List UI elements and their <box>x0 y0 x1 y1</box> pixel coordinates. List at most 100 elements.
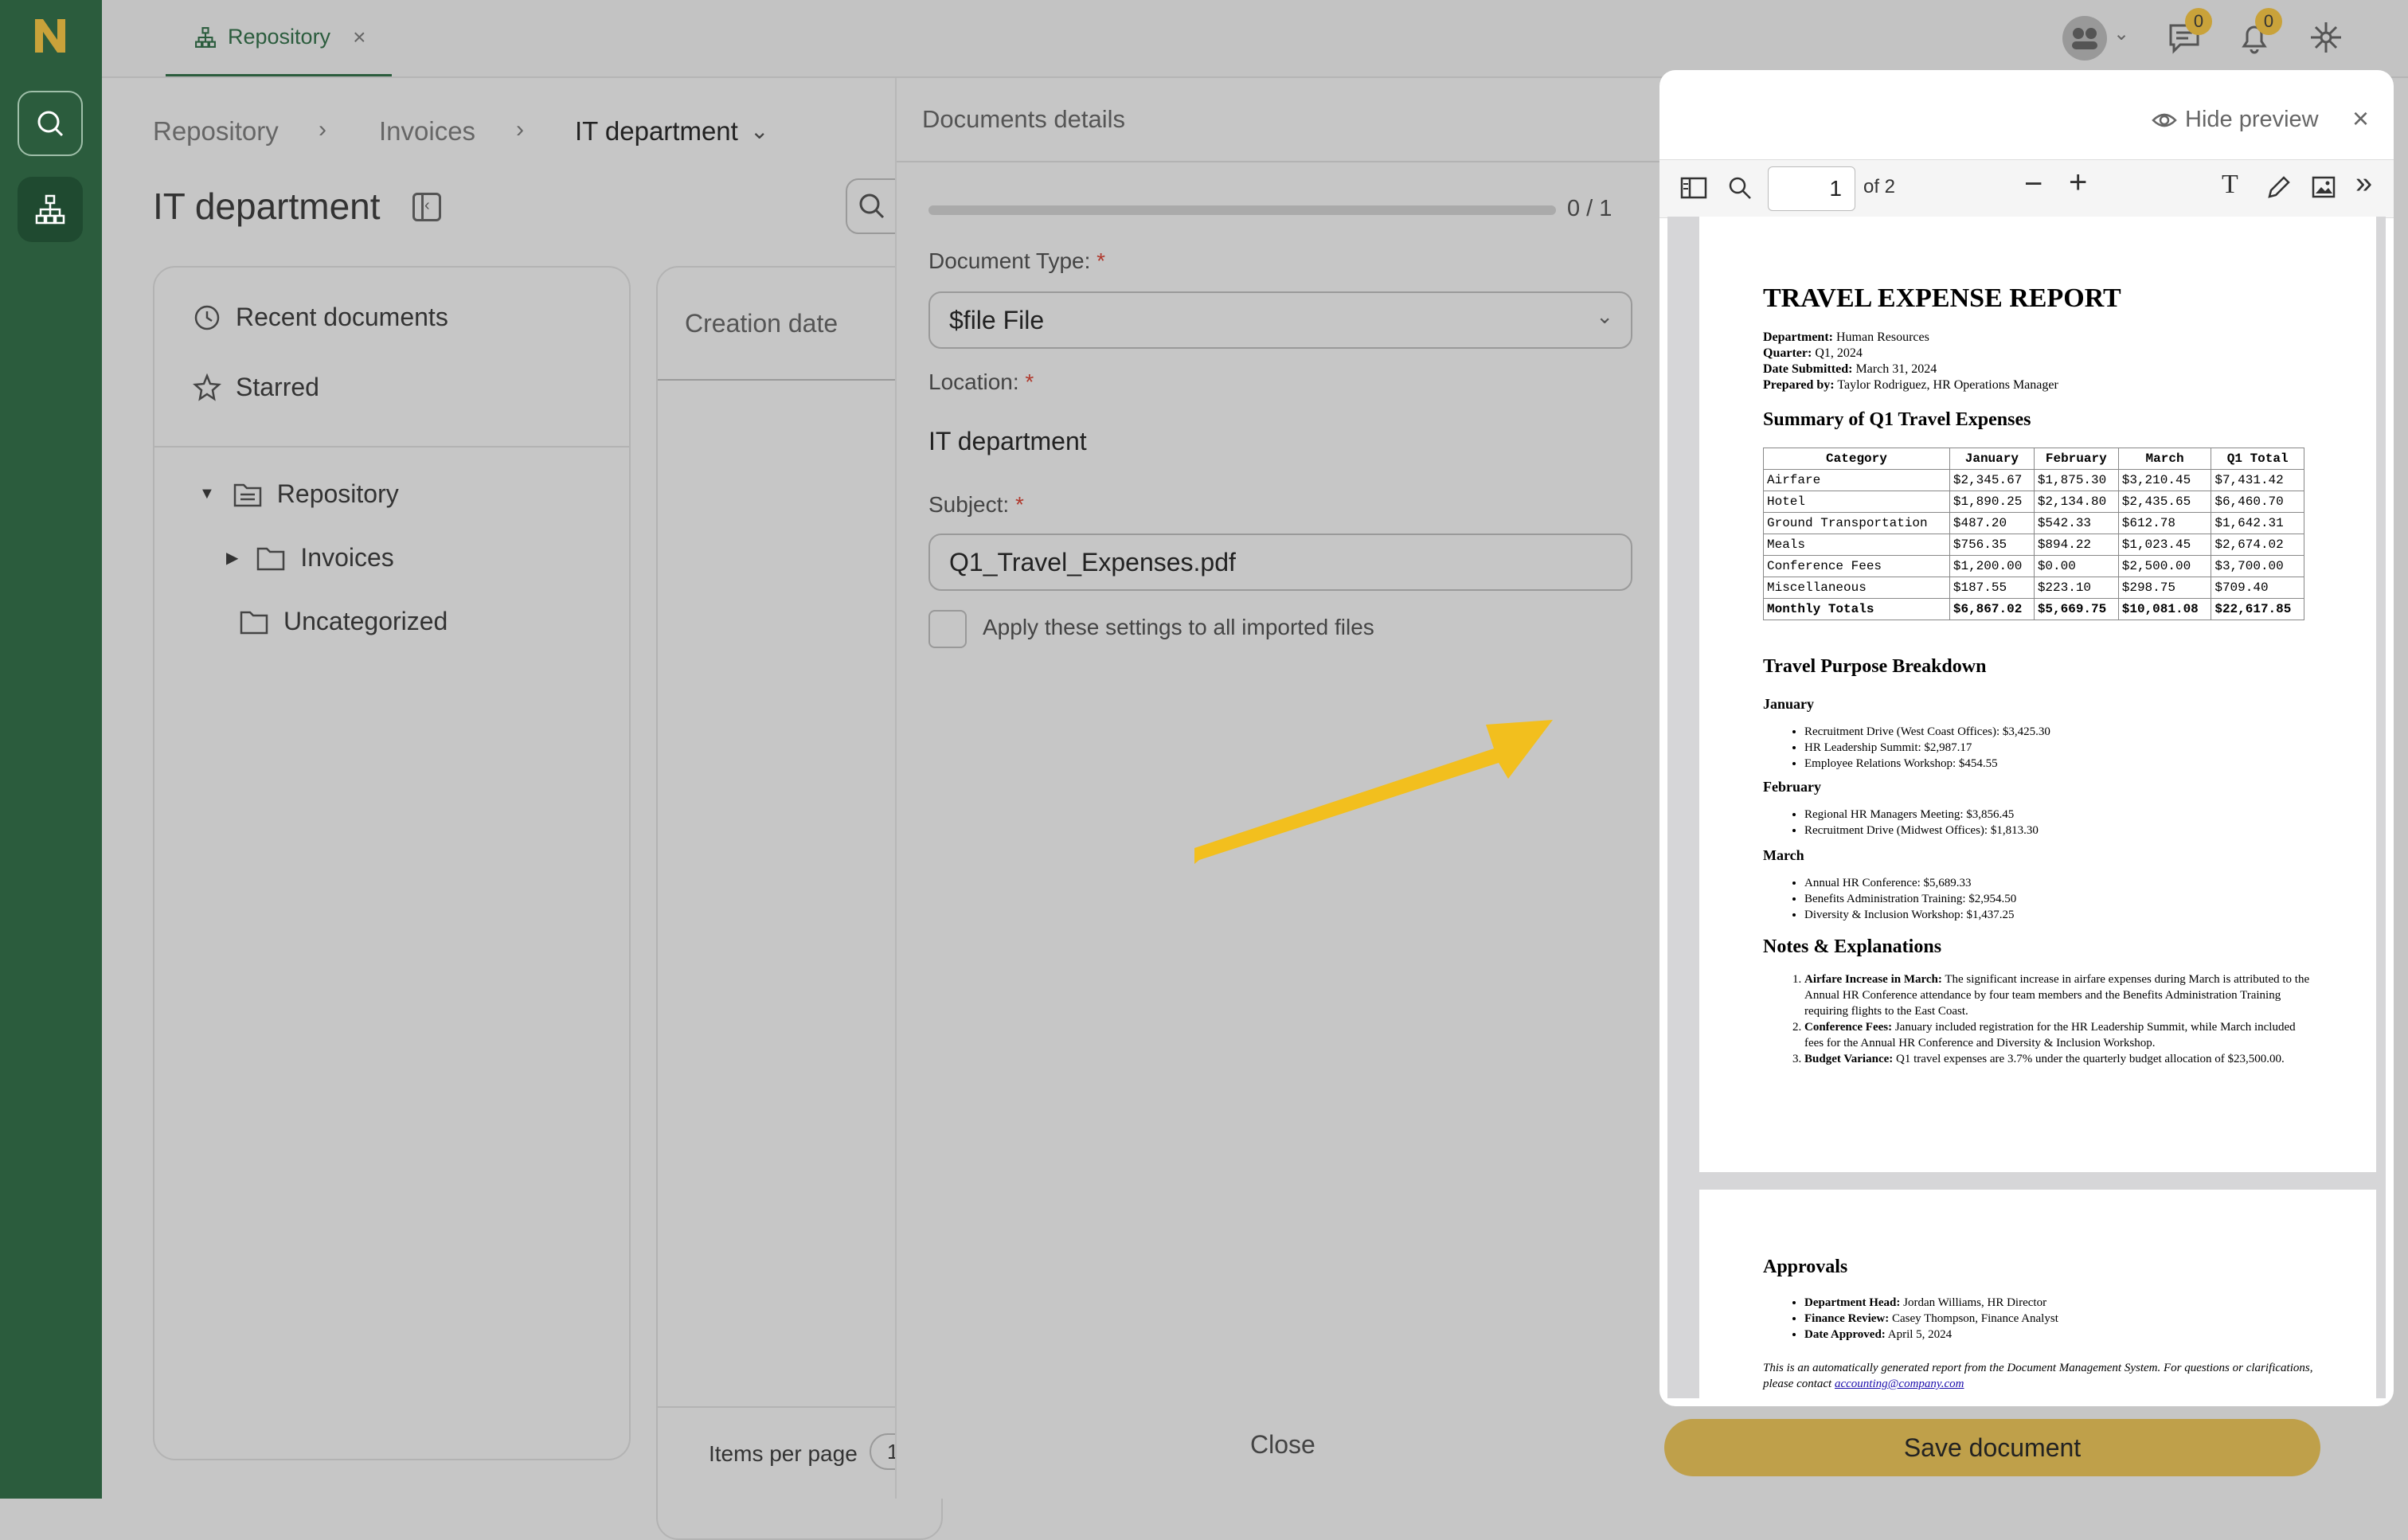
breadcrumb-invoices[interactable]: Invoices <box>379 116 475 147</box>
tree-item-repository[interactable]: ▼ Repository <box>199 479 399 509</box>
breadcrumb-current[interactable]: IT department <box>575 116 738 147</box>
document-title: TRAVEL EXPENSE REPORT <box>1763 283 2121 313</box>
month-breakdown-february: February Regional HR Managers Meeting: $… <box>1763 779 2320 838</box>
meta-line: Prepared by: Taylor Rodriguez, HR Operat… <box>1763 378 2058 392</box>
table-cell: $6,460.70 <box>2211 491 2304 513</box>
zoom-in-icon[interactable]: + <box>2069 165 2087 201</box>
subject-input[interactable]: Q1_Travel_Expenses.pdf <box>928 534 1632 591</box>
pdf-toolbar: 1 of 2 − + T » <box>1659 159 2394 218</box>
close-tab-icon[interactable]: × <box>353 25 366 50</box>
table-header: Category <box>1763 448 1950 470</box>
month-name: January <box>1763 696 1815 712</box>
more-tools-icon[interactable]: » <box>2355 166 2372 201</box>
close-button[interactable]: Close <box>1250 1430 1315 1460</box>
table-header: March <box>2117 448 2212 470</box>
team-icon <box>2072 28 2097 49</box>
expense-table: Category January February March Q1 Total… <box>1763 448 2304 620</box>
starred-item[interactable]: Starred <box>193 373 319 402</box>
document-meta: Department: Human Resources Quarter: Q1,… <box>1763 330 2058 393</box>
document-type-select[interactable]: $file File ⌄ <box>928 291 1632 349</box>
repository-nav-button[interactable] <box>18 177 83 242</box>
caret-right-icon[interactable]: ▶ <box>226 548 238 568</box>
image-icon[interactable] <box>2311 174 2336 200</box>
subject-value: Q1_Travel_Expenses.pdf <box>949 547 1236 577</box>
column-header-creation-date[interactable]: Creation date <box>685 309 838 338</box>
summary-heading: Summary of Q1 Travel Expenses <box>1763 409 2031 430</box>
list-item: Date Approved: April 5, 2024 <box>1804 1327 2320 1343</box>
hide-preview-button[interactable]: Hide preview <box>2152 107 2319 133</box>
avatar[interactable] <box>2062 16 2107 61</box>
zoom-out-icon[interactable]: − <box>2024 166 2042 202</box>
page-number-input[interactable]: 1 <box>1768 166 1855 211</box>
pdf-page-2: Approvals Department Head: Jordan Willia… <box>1699 1190 2376 1398</box>
hierarchy-icon <box>35 194 65 225</box>
notes-heading: Notes & Explanations <box>1763 936 1942 957</box>
chevron-down-icon[interactable]: ⌄ <box>750 118 768 144</box>
close-preview-icon[interactable]: × <box>2352 102 2369 135</box>
breadcrumb-repository[interactable]: Repository <box>153 116 279 147</box>
clock-icon <box>194 305 220 330</box>
approvals-list: Department Head: Jordan Williams, HR Dir… <box>1763 1295 2320 1343</box>
tree-item-invoices[interactable]: ▶ Invoices <box>226 543 394 573</box>
table-row: Airfare $2,345.67 $1,875.30 $3,210.45 $7,431… <box>1763 469 2304 491</box>
pointer-arrow-icon <box>1194 720 1553 864</box>
table-cell: $2,500.00 <box>2117 555 2212 577</box>
tab-label: Repository <box>228 25 331 49</box>
table-cell: $1,890.25 <box>1949 491 2035 513</box>
location-label: Location: * <box>928 369 1034 394</box>
logo-icon[interactable] <box>30 16 70 56</box>
table-row: Hotel $1,890.25 $2,134.80 $2,435.65 $6,460.7… <box>1763 491 2304 513</box>
chevron-down-icon: ⌄ <box>1596 304 1613 328</box>
table-header: February <box>2033 448 2119 470</box>
search-icon <box>37 111 64 137</box>
app-sidebar <box>0 0 102 1499</box>
approvals-heading: Approvals <box>1763 1257 1848 1277</box>
table-cell: $894.22 <box>2033 534 2119 556</box>
footer-email-link[interactable]: accounting@company.com <box>1835 1378 1964 1390</box>
collapse-panel-icon[interactable]: ‹ <box>412 193 441 221</box>
notes-list: Airfare Increase in March: The significa… <box>1763 971 2312 1067</box>
divider <box>897 161 1661 162</box>
table-cell: $1,642.31 <box>2211 512 2304 534</box>
table-header: January <box>1949 448 2035 470</box>
pdf-viewer[interactable]: TRAVEL EXPENSE REPORT Department: Human … <box>1667 217 2386 1398</box>
table-cell: $7,431.42 <box>2211 469 2304 491</box>
table-cell: $709.40 <box>2211 577 2304 599</box>
folder-icon <box>240 611 268 634</box>
tab-repository[interactable]: Repository × <box>166 0 392 76</box>
table-cell: $1,200.00 <box>1949 555 2035 577</box>
apply-all-checkbox[interactable] <box>928 610 967 648</box>
table-cell: $187.55 <box>1949 577 2035 599</box>
details-title: Documents details <box>922 105 1126 133</box>
document-type-value: $file File <box>949 305 1045 334</box>
search-icon[interactable] <box>1726 174 1753 201</box>
text-tool-icon[interactable]: T <box>2222 170 2238 200</box>
pdf-page-1: TRAVEL EXPENSE REPORT Department: Human … <box>1699 217 2376 1172</box>
table-row: Miscellaneous $187.55 $223.10 $298.75 $709.4… <box>1763 577 2304 599</box>
page-title: IT department <box>153 186 381 227</box>
apply-all-label: Apply these settings to all imported fil… <box>983 615 1374 639</box>
sidebar-toggle-icon[interactable] <box>1680 176 1707 200</box>
starred-label: Starred <box>236 373 319 401</box>
import-progress-bar <box>928 205 1556 215</box>
search-button[interactable] <box>18 91 83 156</box>
caret-down-icon[interactable]: ▼ <box>199 485 215 503</box>
table-cell: Airfare <box>1763 469 1950 491</box>
pencil-icon[interactable] <box>2266 174 2292 200</box>
table-header-row: Category January February March Q1 Total <box>1763 448 2304 470</box>
folder-icon <box>257 547 285 570</box>
tree-item-uncategorized[interactable]: Uncategorized <box>239 607 448 636</box>
document-type-label: Document Type: * <box>928 248 1106 273</box>
star-icon <box>193 373 221 401</box>
hierarchy-icon <box>195 26 216 48</box>
network-icon[interactable] <box>2308 19 2344 56</box>
footer-note: This is an automatically generated repor… <box>1763 1360 2320 1392</box>
list-item: Recruitment Drive (Midwest Offices): $1,… <box>1804 823 2320 838</box>
save-document-button[interactable]: Save document <box>1664 1419 2320 1476</box>
search-icon <box>859 193 885 219</box>
chevron-down-icon[interactable]: ⌄ <box>2113 22 2129 45</box>
preview-panel: Hide preview × 1 of 2 − + T » TRAVEL EXP… <box>1659 70 2394 1406</box>
recent-documents-item[interactable]: Recent documents <box>193 303 448 332</box>
table-cell: $3,210.45 <box>2117 469 2212 491</box>
progress-count: 0 / 1 <box>1567 196 1612 221</box>
